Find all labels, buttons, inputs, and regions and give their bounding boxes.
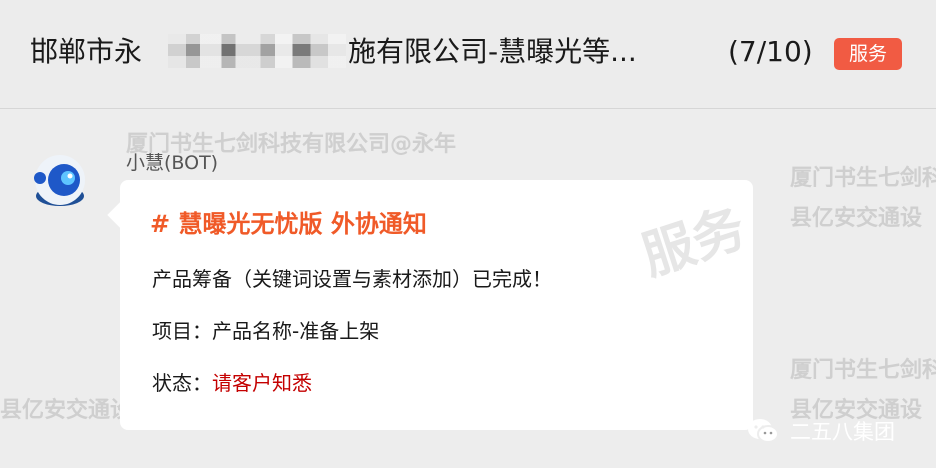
status-value: 请客户知悉 [212, 371, 312, 395]
message-item: 项目：产品名称-准备上架 [152, 316, 379, 346]
message-status: 状态：请客户知悉 [152, 368, 312, 398]
watermark-text: 厦门书生七剑科 [790, 358, 936, 383]
brand-footer: 二五八集团 [746, 416, 895, 446]
wechat-icon [748, 419, 779, 443]
chat-header: 邯郸市永 施有限公司-慧曝光等... (7/10) 服务 [0, 0, 936, 109]
robot-icon [34, 155, 85, 206]
redacted-title-block [168, 34, 346, 68]
service-stamp-watermark: 服务 [634, 198, 753, 288]
message-title: # 慧曝光无忧版 外协通知 [150, 210, 427, 238]
message-line: 产品筹备（关键词设置与素材添加）已完成！ [152, 267, 552, 291]
message-counter: (7/10) [728, 35, 813, 68]
message-bubble: 服务 # 慧曝光无忧版 外协通知 产品筹备（关键词设置与素材添加）已完成！ 项目… [120, 180, 753, 430]
item-value: 产品名称-准备上架 [212, 319, 380, 343]
sender-name: 小慧(BOT) [126, 152, 219, 174]
chat-title-prefix: 邯郸市永 [30, 35, 143, 68]
service-badge[interactable]: 服务 [834, 38, 902, 70]
status-label: 状态： [152, 371, 212, 395]
item-label: 项目： [152, 319, 212, 343]
watermark-text: 县亿安交通设 [790, 206, 923, 231]
bot-avatar[interactable] [30, 152, 90, 212]
watermark-text: 厦门书生七剑科 [790, 166, 936, 191]
brand-name: 二五八集团 [790, 420, 895, 444]
watermark-text: 县亿安交通设 [0, 398, 133, 423]
chat-title-suffix: 施有限公司-慧曝光等... [348, 35, 637, 68]
